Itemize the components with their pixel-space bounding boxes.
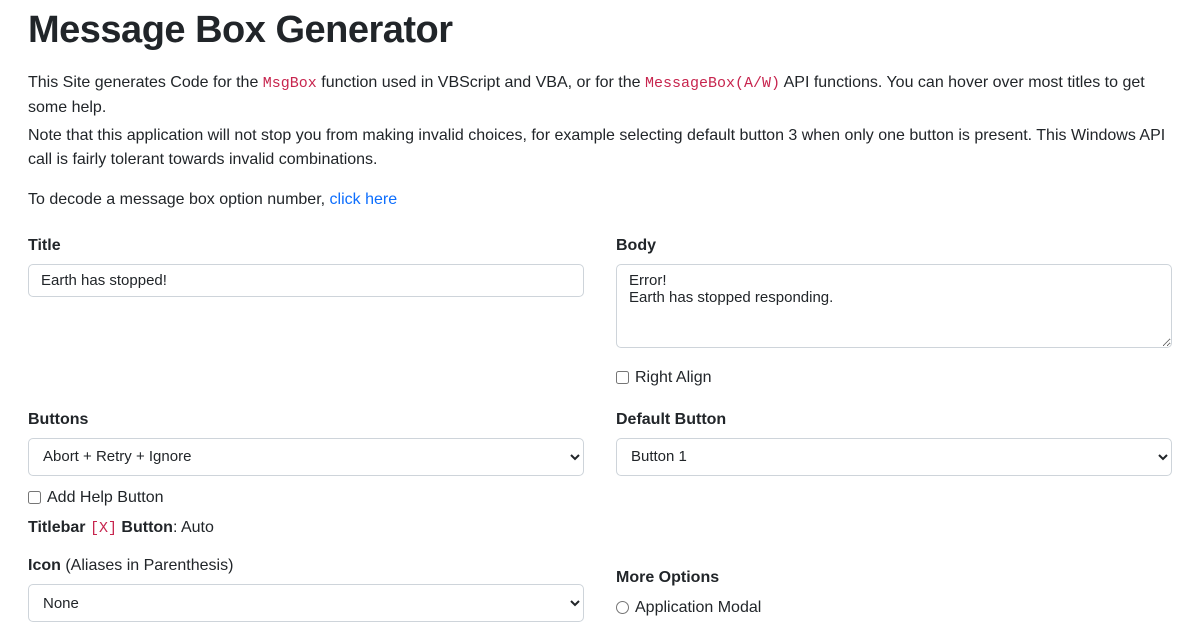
title-label: Title bbox=[28, 234, 584, 258]
default-button-label: Default Button bbox=[616, 408, 1172, 432]
add-help-label: Add Help Button bbox=[47, 486, 164, 510]
add-help-checkbox[interactable] bbox=[28, 491, 41, 504]
decode-link[interactable]: click here bbox=[330, 191, 398, 208]
body-label: Body bbox=[616, 234, 1172, 258]
intro-block: This Site generates Code for the MsgBox … bbox=[28, 71, 1172, 172]
row-buttons-default: Buttons Abort + Retry + Ignore Add Help … bbox=[28, 408, 1172, 623]
right-align-label: Right Align bbox=[635, 366, 712, 390]
icon-label-wrap: Icon (Aliases in Parenthesis) bbox=[28, 554, 584, 578]
intro-note: Note that this application will not stop… bbox=[28, 124, 1172, 172]
right-align-check: Right Align bbox=[616, 366, 1172, 390]
decode-text: To decode a message box option number, bbox=[28, 191, 330, 208]
icon-hint: (Aliases in Parenthesis) bbox=[65, 557, 233, 574]
intro-text: function used in VBScript and VBA, or fo… bbox=[317, 74, 645, 91]
col-buttons: Buttons Abort + Retry + Ignore Add Help … bbox=[28, 408, 584, 623]
intro-text: This Site generates Code for the bbox=[28, 74, 263, 91]
col-default-button: Default Button Button 1 More Options App… bbox=[616, 408, 1172, 623]
messagebox-code: MessageBox(A/W) bbox=[645, 75, 780, 92]
buttons-select[interactable]: Abort + Retry + Ignore bbox=[28, 438, 584, 476]
titlebar-bold: Titlebar bbox=[28, 519, 90, 536]
decode-line: To decode a message box option number, c… bbox=[28, 188, 1172, 212]
icon-select[interactable]: None bbox=[28, 584, 584, 622]
titlebar-x: [X] bbox=[90, 520, 117, 537]
title-input[interactable] bbox=[28, 264, 584, 297]
titlebar-line: Titlebar [X] Button: Auto bbox=[28, 516, 584, 541]
app-modal-radio[interactable] bbox=[616, 601, 629, 614]
app-modal-radio-wrap: Application Modal bbox=[616, 596, 1172, 620]
titlebar-rest: : Auto bbox=[173, 519, 214, 536]
default-button-select[interactable]: Button 1 bbox=[616, 438, 1172, 476]
row-title-body: Title Body Error! Earth has stopped resp… bbox=[28, 234, 1172, 390]
buttons-label: Buttons bbox=[28, 408, 584, 432]
msgbox-code: MsgBox bbox=[263, 75, 317, 92]
titlebar-button-bold: Button bbox=[117, 519, 173, 536]
col-body: Body Error! Earth has stopped responding… bbox=[616, 234, 1172, 390]
page-title: Message Box Generator bbox=[28, 2, 1172, 59]
right-align-checkbox[interactable] bbox=[616, 371, 629, 384]
col-title: Title bbox=[28, 234, 584, 390]
more-options-label: More Options bbox=[616, 566, 1172, 590]
app-modal-label: Application Modal bbox=[635, 596, 761, 620]
add-help-check: Add Help Button bbox=[28, 486, 584, 510]
icon-label: Icon bbox=[28, 557, 65, 574]
intro-line-1: This Site generates Code for the MsgBox … bbox=[28, 71, 1172, 120]
body-textarea[interactable]: Error! Earth has stopped responding. bbox=[616, 264, 1172, 348]
